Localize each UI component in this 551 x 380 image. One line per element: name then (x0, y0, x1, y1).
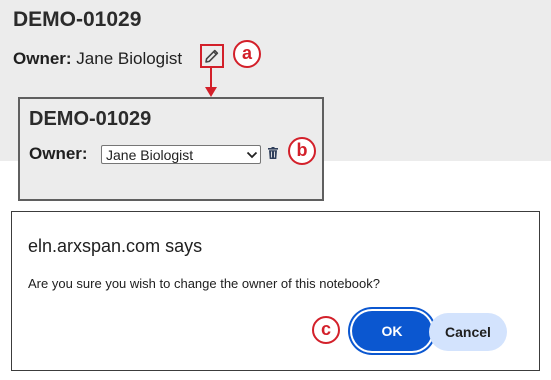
owner-select[interactable]: Jane Biologist (101, 145, 261, 164)
cancel-button[interactable]: Cancel (429, 313, 507, 351)
delete-owner-button[interactable] (267, 145, 279, 161)
owner-name: Jane Biologist (76, 49, 183, 68)
owner-row: Owner: Jane Biologist (13, 49, 182, 69)
callout-c: c (312, 316, 340, 344)
ok-button[interactable]: OK (352, 311, 432, 351)
edit-panel-owner-label: Owner: (29, 144, 88, 163)
chevron-down-icon (244, 151, 260, 159)
callout-b: b (288, 137, 316, 165)
dialog-origin: eln.arxspan.com says (28, 236, 203, 256)
pencil-icon (205, 49, 219, 63)
trash-icon (268, 147, 278, 159)
notebook-title: DEMO-01029 (13, 8, 142, 31)
callout-arrow-line (210, 68, 212, 88)
callout-arrow-head (205, 87, 217, 97)
owner-edit-panel: DEMO-01029 Owner: Jane Biologist (18, 97, 324, 201)
owner-select-value: Jane Biologist (106, 146, 194, 163)
edit-panel-title: DEMO-01029 (29, 108, 152, 130)
dialog-message: Are you sure you wish to change the owne… (28, 276, 380, 291)
edit-owner-button[interactable] (200, 44, 224, 68)
confirm-dialog: eln.arxspan.com says Are you sure you wi… (11, 211, 540, 371)
callout-a: a (233, 40, 261, 68)
owner-label: Owner: (13, 49, 72, 68)
